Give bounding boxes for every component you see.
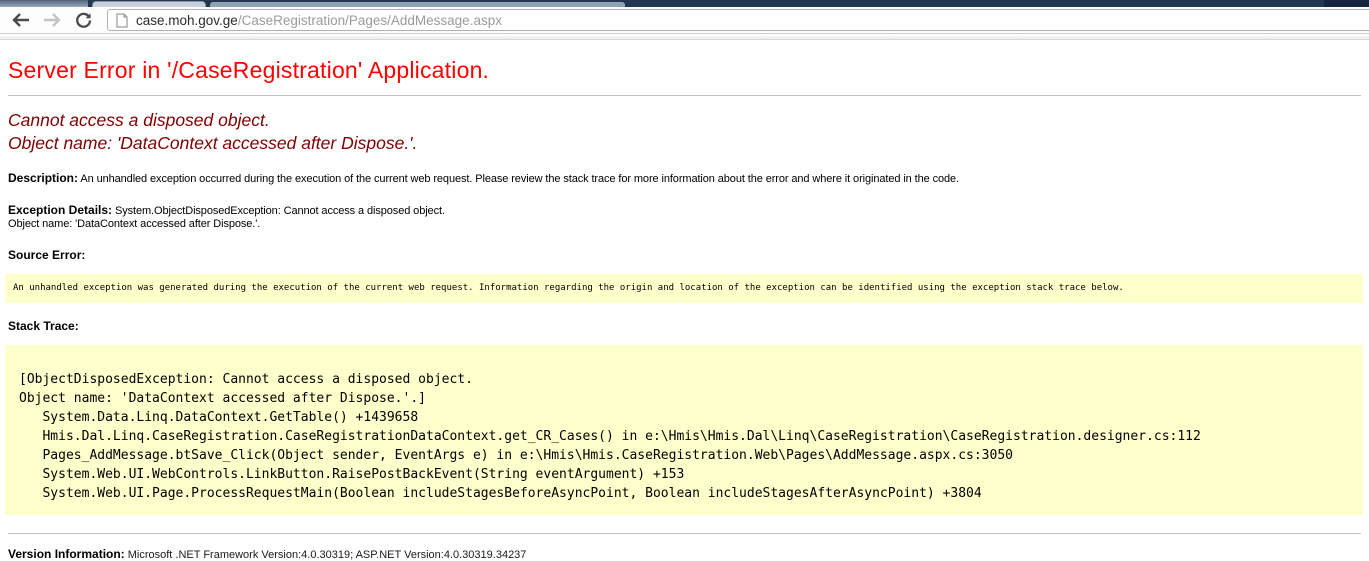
stack-trace-label: Stack Trace: [8,319,1361,333]
reload-icon [75,12,92,29]
stack-trace-text: [ObjectDisposedException: Cannot access … [5,345,1363,515]
divider-bottom [8,533,1361,534]
url-host: case.moh.gov.ge [136,13,238,28]
forward-arrow-icon [43,13,61,27]
forward-button[interactable] [41,9,63,31]
exception-details-line: Exception Details: System.ObjectDisposed… [8,204,1361,232]
url-path: /CaseRegistration/Pages/AddMessage.aspx [238,13,502,28]
source-error-box: An unhandled exception was generated dur… [5,274,1363,303]
back-button[interactable] [10,9,32,31]
tab-strip-segment [0,0,88,7]
version-info-label: Version Information: [8,547,125,561]
version-info-line: Version Information: Microsoft .NET Fram… [8,547,1361,561]
browser-toolbar: case.moh.gov.ge/CaseRegistration/Pages/A… [0,7,1369,34]
source-error-text: An unhandled exception was generated dur… [13,283,1124,293]
page-document-icon[interactable] [116,13,128,28]
browser-tab-strip [0,0,1369,7]
back-arrow-icon [12,13,30,27]
description-label: Description: [8,171,78,185]
description-line: Description: An unhandled exception occu… [8,172,1361,187]
tab-strip-segment [210,2,625,7]
divider-top [8,95,1361,96]
tab-strip-segment [1324,0,1369,7]
stack-trace-box: [ObjectDisposedException: Cannot access … [5,345,1363,515]
version-info-text: Microsoft .NET Framework Version:4.0.303… [128,549,527,561]
error-subtitle: Cannot access a disposed object. Object … [8,109,1361,155]
toolbar-bottom-band [0,34,1369,40]
address-bar[interactable]: case.moh.gov.ge/CaseRegistration/Pages/A… [107,9,1369,31]
browser-tab[interactable] [92,1,206,7]
page-title: Server Error in '/CaseRegistration' Appl… [8,57,1361,84]
reload-button[interactable] [72,9,94,31]
exception-details-label: Exception Details: [8,203,112,217]
description-text: An unhandled exception occurred during t… [80,173,959,185]
error-page-content: Server Error in '/CaseRegistration' Appl… [0,57,1369,561]
source-error-label: Source Error: [8,248,1361,262]
